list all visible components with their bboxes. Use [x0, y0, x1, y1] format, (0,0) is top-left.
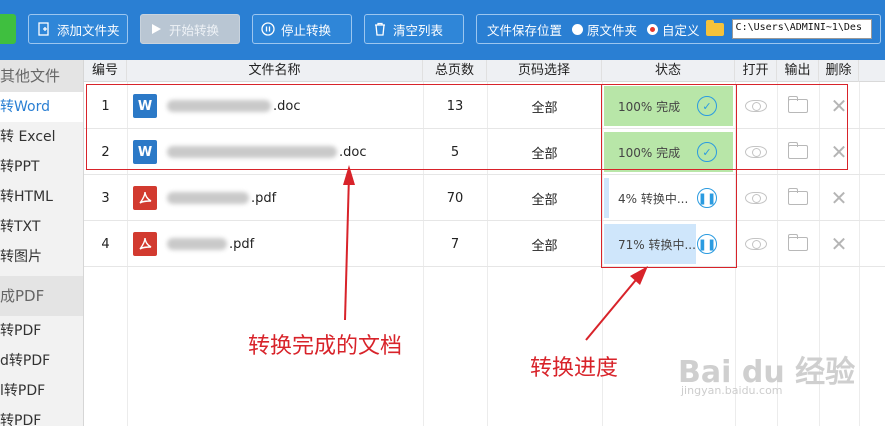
annotation-done-note: 转换完成的文档 [248, 334, 403, 359]
converter-window: 添加文件夹 开始转换 停止转换 清空列表 文件保存位置 原文件夹 自定义 C:\… [0, 0, 885, 426]
annotation-progress-note: 转换进度 [530, 356, 619, 381]
watermark-url: jingyan.baidu.com [681, 384, 783, 397]
